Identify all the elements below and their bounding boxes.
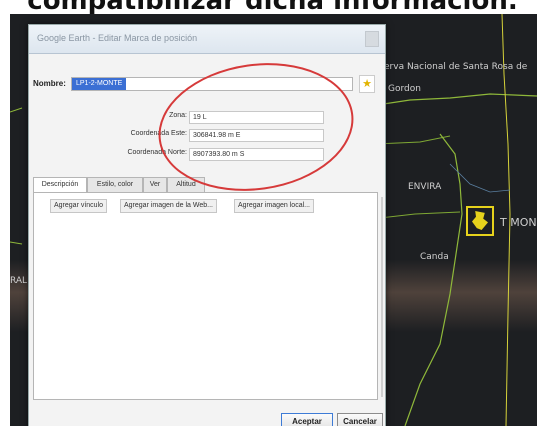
map-label-left-bottom: RAL bbox=[10, 276, 28, 286]
map-label-reserve: erva Nacional de Santa Rosa de bbox=[384, 62, 528, 72]
map-label-reserve-sub: Gordon bbox=[388, 84, 421, 94]
close-icon[interactable] bbox=[365, 31, 379, 47]
name-label: Nombre: bbox=[33, 79, 66, 88]
tab-estilo-color[interactable]: Estilo, color bbox=[87, 177, 143, 192]
dialog-titlebar: Google Earth - Editar Marca de posición bbox=[29, 25, 385, 54]
map-label-left: ENVIRA bbox=[408, 182, 442, 192]
dialog-title: Google Earth - Editar Marca de posición bbox=[37, 33, 198, 43]
name-value: LP1-2-MONTE bbox=[72, 78, 127, 90]
cancel-button[interactable]: Cancelar bbox=[337, 413, 383, 426]
description-panel[interactable]: Agregar vínculo Agregar imagen de la Web… bbox=[33, 192, 378, 400]
map-label-right: T MON bbox=[500, 216, 537, 229]
tab-ver[interactable]: Ver bbox=[143, 177, 167, 192]
add-local-image-button[interactable]: Agregar imagen local... bbox=[234, 199, 314, 213]
tab-descripcion[interactable]: Descripción bbox=[33, 177, 87, 193]
google-earth-screenshot: erva Nacional de Santa Rosa de Gordon T … bbox=[10, 14, 537, 426]
map-label-town: Canda bbox=[420, 252, 449, 262]
add-link-button[interactable]: Agregar vínculo bbox=[50, 199, 108, 213]
add-web-image-button[interactable]: Agregar imagen de la Web... bbox=[120, 199, 217, 213]
pushpin-icon-button[interactable]: ★ bbox=[359, 75, 375, 93]
dialog-scrollbar[interactable] bbox=[381, 197, 383, 397]
ok-button[interactable]: Aceptar bbox=[281, 413, 333, 426]
